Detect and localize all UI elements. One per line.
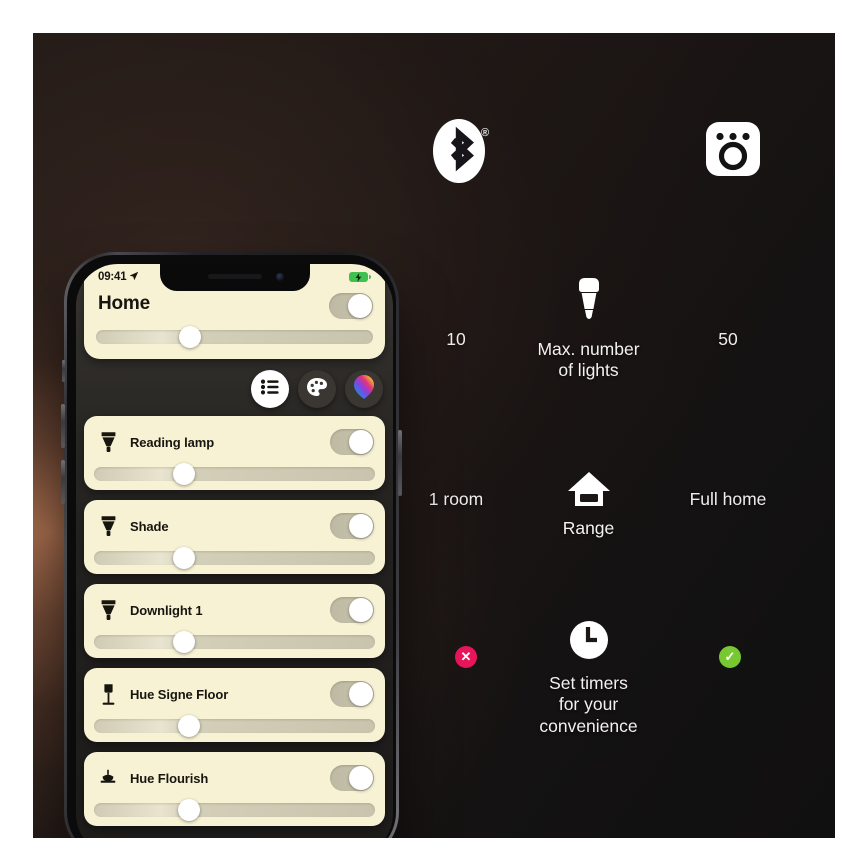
list-item[interactable]: Downlight 1 (84, 584, 385, 658)
status-bar-time: 09:41 (98, 271, 127, 283)
light-brightness-slider[interactable] (94, 715, 375, 737)
toggle-knob (349, 766, 373, 790)
hue-comparison-scene: ® 10 Max. number of lights 50 1 room Ran… (33, 33, 835, 838)
toggle-knob (348, 294, 372, 318)
row-3-center-line1: Set timers (549, 672, 628, 693)
toggle-knob (349, 598, 373, 622)
row-2-center: Range (511, 470, 666, 539)
light-brightness-slider[interactable] (94, 631, 375, 653)
light-toggle[interactable] (330, 429, 374, 455)
row-3-center-line3: convenience (539, 715, 638, 736)
row-2-left-value: 1 room (428, 489, 484, 509)
home-brightness-slider[interactable] (96, 326, 373, 348)
floor-lamp-icon (96, 683, 120, 706)
light-name: Hue Flourish (130, 770, 209, 786)
clock-icon (568, 619, 610, 667)
row-3-center: Set timers for your convenience (516, 619, 661, 737)
list-item[interactable]: Reading lamp (84, 416, 385, 490)
light-name: Shade (130, 518, 169, 534)
screenshot-canvas: ® 10 Max. number of lights 50 1 room Ran… (0, 0, 868, 868)
light-toggle[interactable] (330, 597, 374, 623)
phone-bezel: 09:41 Home Reading lamp Shade Downlight … (67, 255, 396, 838)
phone-frame: 09:41 Home Reading lamp Shade Downlight … (61, 252, 402, 838)
light-name: Reading lamp (130, 434, 215, 450)
light-name: Hue Signe Floor (130, 686, 229, 702)
row-1-left-value: 10 (446, 329, 466, 349)
slider-knob[interactable] (172, 631, 195, 653)
list-item[interactable]: Shade (84, 500, 385, 574)
color-wheel-icon (352, 374, 376, 405)
list-item[interactable]: Hue Flourish (84, 752, 385, 826)
battery-charging-icon (349, 272, 371, 282)
volume-up-button[interactable] (61, 404, 65, 448)
row-2-center-line1: Range (562, 517, 615, 538)
list-item[interactable]: Hue Signe Floor (84, 668, 385, 742)
row-3-right-badge: ✓ (719, 646, 741, 668)
earpiece-speaker (207, 274, 262, 279)
row-1-center-line1: Max. number (537, 338, 640, 359)
bluetooth-icon (427, 115, 495, 183)
bulb-spot-icon (96, 431, 120, 453)
row-3-center-line2: for your (558, 694, 619, 715)
light-brightness-slider[interactable] (94, 799, 375, 821)
scenes-button[interactable] (298, 370, 336, 408)
light-brightness-slider[interactable] (94, 463, 375, 485)
light-list: Reading lamp Shade Downlight 1 Hue Signe… (84, 416, 385, 826)
hue-bridge-icon (702, 118, 764, 180)
status-bar-left: 09:41 (98, 271, 139, 284)
registered-trademark-mark: ® (481, 127, 490, 139)
palette-icon (306, 377, 328, 402)
row-1-center-line2: of lights (558, 360, 619, 381)
light-brightness-slider[interactable] (94, 547, 375, 569)
list-view-button[interactable] (251, 370, 289, 408)
slider-knob[interactable] (178, 715, 201, 737)
toggle-knob (349, 514, 373, 538)
front-camera (275, 273, 284, 281)
toggle-knob (349, 430, 373, 454)
mode-button-row (251, 370, 383, 408)
pendant-lamp-icon (96, 769, 120, 787)
color-picker-button[interactable] (345, 370, 383, 408)
slider-knob[interactable] (178, 799, 201, 821)
toggle-knob (349, 682, 373, 706)
light-toggle[interactable] (330, 513, 374, 539)
iphone-mockup: 09:41 Home Reading lamp Shade Downlight … (61, 252, 402, 838)
slider-knob[interactable] (179, 326, 202, 348)
location-arrow-icon (129, 271, 139, 284)
light-name: Downlight 1 (130, 602, 203, 618)
phone-notch (159, 264, 310, 291)
row-3-left-badge: ✕ (455, 646, 477, 668)
bulb-spot-icon (96, 515, 120, 537)
light-toggle[interactable] (330, 765, 374, 791)
light-bulb-icon (572, 276, 606, 332)
slider-knob[interactable] (172, 547, 195, 569)
list-icon (260, 379, 280, 400)
slider-knob[interactable] (172, 463, 195, 485)
power-button[interactable] (398, 430, 402, 496)
house-icon (567, 470, 611, 514)
row-2-right-value: Full home (689, 489, 767, 509)
row-1-right-value: 50 (718, 329, 738, 349)
home-master-toggle[interactable] (329, 293, 373, 319)
bulb-spot-icon (96, 599, 120, 621)
silent-switch[interactable] (62, 360, 65, 382)
home-title: Home (98, 293, 150, 314)
light-toggle[interactable] (330, 681, 374, 707)
phone-screen: 09:41 Home Reading lamp Shade Downlight … (76, 264, 393, 838)
row-1-center: Max. number of lights (496, 276, 681, 382)
volume-down-button[interactable] (61, 460, 65, 504)
